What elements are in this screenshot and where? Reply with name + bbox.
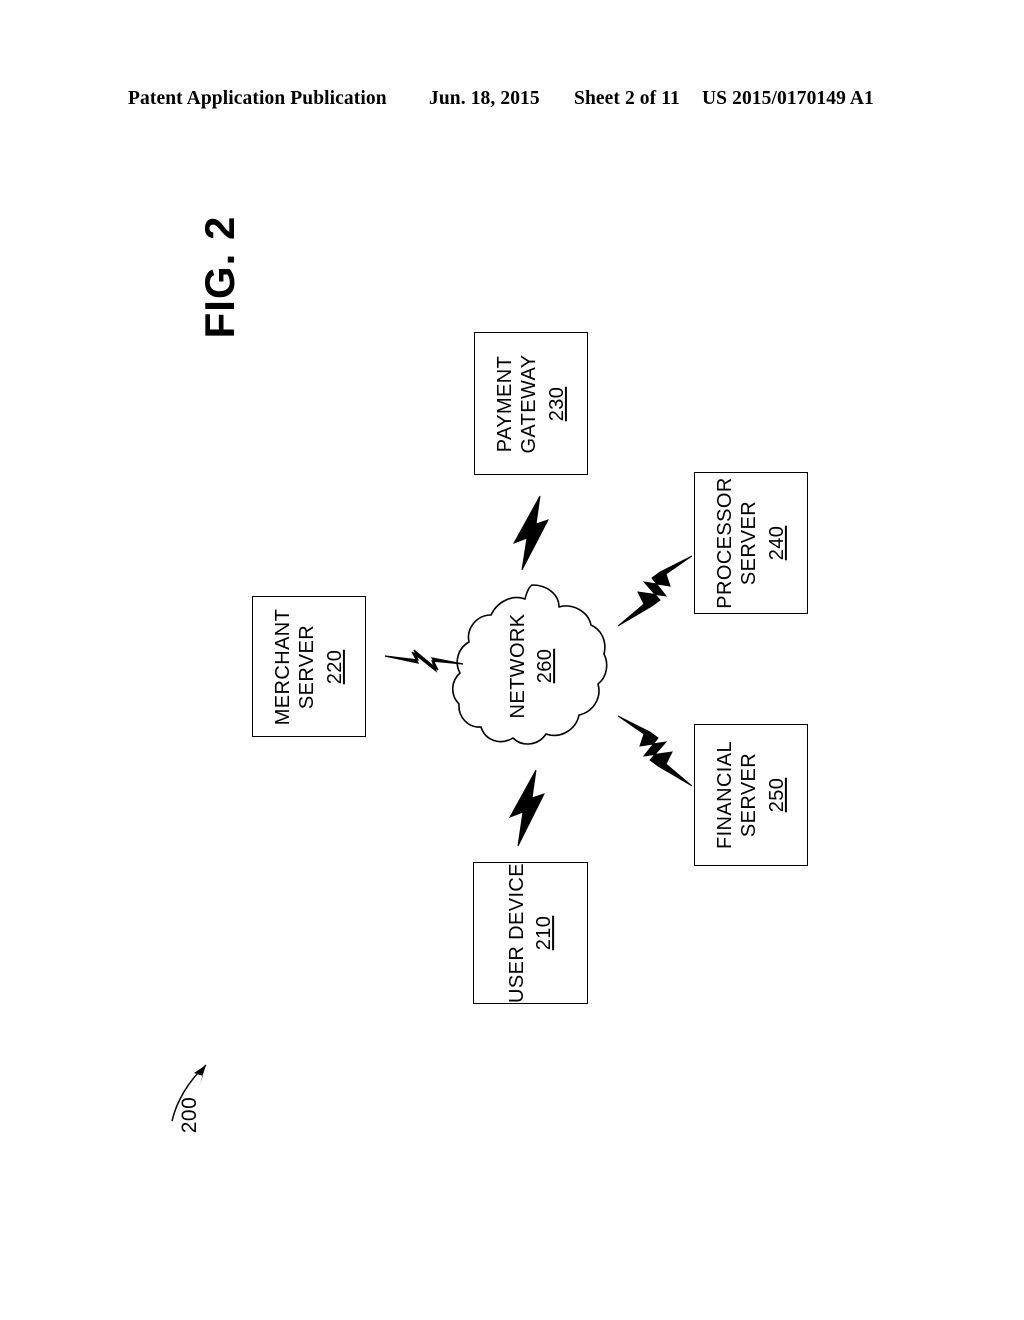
connector-network-to-payment-gateway-lightning-icon	[512, 495, 550, 571]
node-financial-server-title-line1: FINANCIAL	[713, 740, 736, 850]
figure-label: FIG. 2	[196, 215, 243, 339]
node-payment-gateway-title-line2: GATEWAY	[518, 353, 541, 454]
node-payment-gateway-content: PAYMENT GATEWAY 230	[493, 354, 569, 453]
node-user-device-title-line1: USER DEVICE	[505, 863, 528, 1003]
node-network-ref: 260	[534, 648, 557, 684]
node-merchant-server-title-line2: SERVER	[296, 624, 319, 709]
node-processor-server-title-line2: SERVER	[738, 500, 761, 586]
node-financial-server[interactable]: FINANCIAL SERVER 250	[694, 724, 808, 866]
connector-network-to-processor-server-lightning-icon	[617, 555, 693, 627]
node-processor-server-ref: 240	[765, 525, 788, 561]
connector-network-to-user-device-lightning-icon	[508, 769, 545, 847]
connector-network-to-financial-server-lightning-icon	[617, 715, 693, 787]
document-number: US 2015/0170149 A1	[702, 88, 874, 109]
publication-title: Patent Application Publication	[128, 88, 387, 109]
node-network-cloud[interactable]: NETWORK 260	[452, 578, 612, 754]
node-user-device-ref: 210	[533, 915, 555, 951]
node-payment-gateway[interactable]: PAYMENT GATEWAY 230	[474, 332, 588, 475]
node-user-device-content: USER DEVICE 210	[505, 863, 557, 1003]
node-network-title: NETWORK	[507, 613, 530, 719]
node-payment-gateway-title-line1: PAYMENT	[493, 355, 516, 452]
node-merchant-server-content: MERCHANT SERVER 220	[271, 608, 347, 725]
node-merchant-server-title-line1: MERCHANT	[271, 608, 294, 725]
sheet-number: Sheet 2 of 11	[574, 88, 680, 109]
page-header: Patent Application Publication Jun. 18, …	[0, 88, 1024, 122]
publication-date: Jun. 18, 2015	[429, 88, 540, 109]
system-reference-number: 200	[178, 1096, 201, 1134]
node-merchant-server[interactable]: MERCHANT SERVER 220	[252, 596, 366, 737]
node-processor-server[interactable]: PROCESSOR SERVER 240	[694, 472, 808, 614]
node-processor-server-title-line1: PROCESSOR	[713, 477, 736, 609]
node-user-device[interactable]: USER DEVICE 210	[473, 862, 588, 1004]
node-network-content: NETWORK 260	[506, 613, 558, 718]
node-merchant-server-ref: 220	[323, 649, 346, 684]
node-financial-server-content: FINANCIAL SERVER 250	[713, 741, 789, 849]
node-payment-gateway-ref: 230	[545, 386, 568, 421]
node-financial-server-title-line2: SERVER	[738, 752, 761, 838]
node-processor-server-content: PROCESSOR SERVER 240	[713, 477, 789, 608]
node-financial-server-ref: 250	[765, 777, 788, 813]
